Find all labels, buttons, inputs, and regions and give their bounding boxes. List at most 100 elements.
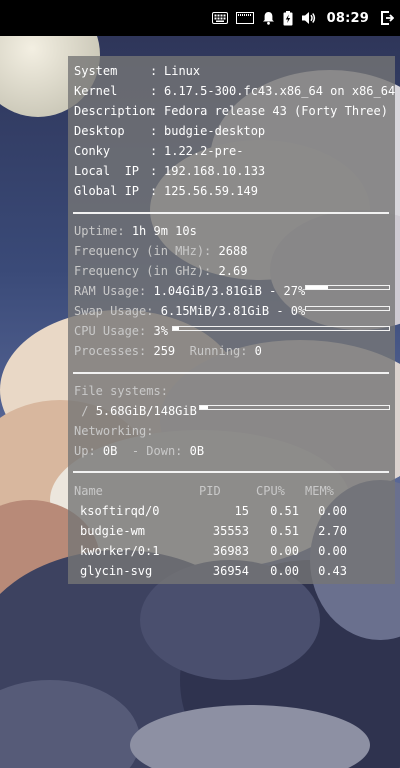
logout-icon[interactable]	[377, 0, 400, 36]
kernel-row: Kernel:6.17.5-300.fc43.x86_64 on x86_64	[74, 81, 395, 101]
freq-mhz-label: Frequency (in MHz):	[74, 244, 212, 258]
down-value: 0B	[189, 444, 205, 458]
root-fs-row: / 5.68GiB/148GiB	[74, 401, 197, 421]
freq-ghz-label: Frequency (in GHz):	[74, 264, 212, 278]
global-ip-colon: :	[150, 184, 158, 198]
root-fs-usage-fill	[200, 406, 208, 409]
desktop-colon: :	[150, 124, 158, 138]
swap-value: 6.15MiB/3.81GiB - 0%	[160, 304, 306, 318]
screen-icon[interactable]	[232, 0, 258, 36]
table-row: glycin-svg 36954 0.00 0.43	[68, 561, 395, 581]
cpu-row: CPU Usage: 3%	[74, 321, 168, 341]
running-label: Running:	[189, 344, 248, 358]
processes-label: Processes:	[74, 344, 147, 358]
down-label: - Down:	[131, 444, 183, 458]
process-cpu: 0.51	[270, 504, 299, 518]
bell-icon[interactable]	[258, 0, 279, 36]
desktop-row: Desktop: budgie-desktop	[74, 121, 265, 141]
col-mem-header: MEM%	[305, 484, 334, 498]
col-name-header: Name	[74, 484, 103, 498]
process-pid: 36983	[212, 544, 249, 558]
divider	[73, 471, 389, 473]
local-ip-row: Local IP:192.168.10.133	[74, 161, 265, 181]
process-mem: 0.43	[318, 564, 347, 578]
freq-ghz-value: 2.69	[218, 264, 248, 278]
freq-ghz-row: Frequency (in GHz): 2.69	[74, 261, 247, 281]
kernel-label: Kernel	[74, 84, 118, 98]
up-value: 0B	[102, 444, 118, 458]
uptime-label: Uptime:	[74, 224, 125, 238]
root-mount-label: /	[81, 404, 89, 418]
running-value: 0	[254, 344, 262, 358]
kernel-colon: :	[150, 84, 158, 98]
description-colon: :	[150, 104, 158, 118]
networking-title: Networking:	[74, 424, 154, 438]
divider	[73, 372, 389, 374]
ram-label: RAM Usage:	[74, 284, 147, 298]
process-table-header: Name PID CPU% MEM%	[68, 481, 395, 501]
desktop-value: budgie-desktop	[164, 124, 266, 138]
process-name: budgie-wm	[80, 524, 146, 538]
process-mem: 2.70	[318, 524, 347, 538]
network-row: Up: 0B - Down: 0B	[74, 441, 204, 461]
processes-value: 259	[153, 344, 176, 358]
system-colon: :	[150, 64, 158, 78]
conky-version-row: Conky:1.22.2-pre-	[74, 141, 243, 161]
conky-widget: System: Linux Kernel:6.17.5-300.fc43.x86_…	[68, 56, 395, 584]
conky-colon: :	[150, 144, 158, 158]
process-mem: 0.00	[318, 504, 347, 518]
top-panel: 08:29	[0, 0, 400, 36]
col-pid-header: PID	[199, 484, 221, 498]
table-row: kworker/0:1 36983 0.00 0.00	[68, 541, 395, 561]
clock[interactable]: 08:29	[321, 11, 377, 26]
conky-value: 1.22.2-pre-	[164, 144, 244, 158]
ram-value: 1.04GiB/3.81GiB - 27%	[153, 284, 306, 298]
description-value: Fedora release 43 (Forty Three)	[164, 104, 388, 118]
uptime-value: 1h 9m 10s	[131, 224, 197, 238]
freq-mhz-value: 2688	[218, 244, 248, 258]
cpu-usage-fill	[173, 327, 180, 330]
cpu-usage-bar	[172, 326, 390, 331]
process-cpu: 0.00	[270, 544, 299, 558]
cpu-label: CPU Usage:	[74, 324, 147, 338]
battery-icon[interactable]	[279, 0, 297, 36]
volume-icon[interactable]	[297, 0, 321, 36]
description-row: Description: Fedora release 43 (Forty Thr…	[74, 101, 388, 121]
kernel-value: 6.17.5-300.fc43.x86_64 on x86_64	[164, 84, 396, 98]
uptime-row: Uptime: 1h 9m 10s	[74, 221, 197, 241]
process-mem: 0.00	[318, 544, 347, 558]
keyboard-icon[interactable]	[208, 0, 232, 36]
system-value: Linux	[164, 64, 201, 78]
root-fs-usage-bar	[199, 405, 390, 410]
processes-row: Processes: 259 Running: 0	[74, 341, 262, 361]
process-cpu: 0.00	[270, 564, 299, 578]
description-label: Description	[74, 104, 154, 118]
process-name: ksoftirqd/0	[80, 504, 160, 518]
table-row: budgie-wm 35553 0.51 2.70	[68, 521, 395, 541]
swap-usage-bar	[305, 306, 390, 311]
local-ip-value: 192.168.10.133	[164, 164, 266, 178]
conky-label: Conky	[74, 144, 111, 158]
up-label: Up:	[74, 444, 96, 458]
global-ip-row: Global IP:125.56.59.149	[74, 181, 258, 201]
global-ip-value: 125.56.59.149	[164, 184, 258, 198]
swap-row: Swap Usage: 6.15MiB/3.81GiB - 0%	[74, 301, 305, 321]
process-name: glycin-svg	[80, 564, 153, 578]
process-pid: 35553	[212, 524, 249, 538]
process-pid: 15	[234, 504, 249, 518]
cpu-value: 3%	[153, 324, 168, 338]
col-cpu-header: CPU%	[256, 484, 285, 498]
ram-usage-fill	[306, 286, 329, 289]
divider	[73, 212, 389, 214]
process-name: kworker/0:1	[80, 544, 160, 558]
ram-usage-bar	[305, 285, 390, 290]
local-ip-label: Local IP	[74, 164, 140, 178]
ram-row: RAM Usage: 1.04GiB/3.81GiB - 27%	[74, 281, 305, 301]
swap-label: Swap Usage:	[74, 304, 154, 318]
process-pid: 36954	[212, 564, 249, 578]
desktop-label: Desktop	[74, 124, 125, 138]
filesystems-title: File systems:	[74, 384, 168, 398]
process-cpu: 0.51	[270, 524, 299, 538]
system-row: System: Linux	[74, 61, 200, 81]
system-label: System	[74, 64, 118, 78]
